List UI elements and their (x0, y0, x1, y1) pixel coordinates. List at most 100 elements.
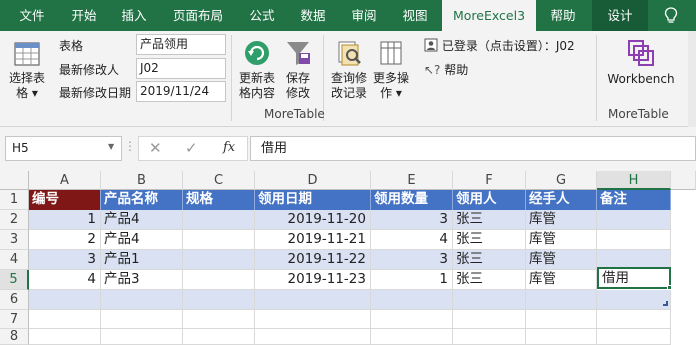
grid-cell-g8[interactable] (526, 329, 597, 345)
table-cell-h6[interactable] (597, 290, 671, 310)
active-cell-h5[interactable]: 借用 (597, 267, 671, 289)
grid-cell-g7[interactable] (526, 310, 597, 329)
table-cell-c5[interactable] (183, 270, 255, 290)
row-header-1[interactable]: 1 (0, 190, 29, 210)
table-cell-d2[interactable]: 2019-11-20 (255, 210, 371, 230)
table-header-h[interactable]: 备注 (597, 190, 671, 210)
name-box-dropdown-icon[interactable]: ▼ (108, 142, 114, 151)
grid-cell-h7[interactable] (597, 310, 671, 329)
row-header-6[interactable]: 6 (0, 290, 29, 310)
table-header-f[interactable]: 领用人 (453, 190, 526, 210)
tab-design[interactable]: 设计 (592, 0, 648, 31)
table-name-field[interactable]: 产品领用 (136, 34, 226, 55)
insert-function-icon[interactable]: fx (223, 140, 235, 155)
table-cell-c4[interactable] (183, 250, 255, 270)
grid-cell-d8[interactable] (255, 329, 371, 345)
table-header-a[interactable]: 编号 (29, 190, 101, 210)
table-cell-f4[interactable]: 张三 (453, 250, 526, 270)
grid-cell-c7[interactable] (183, 310, 255, 329)
grid-cell-e7[interactable] (371, 310, 453, 329)
table-header-d[interactable]: 领用日期 (255, 190, 371, 210)
update-table-button[interactable]: 更新表 格内容 (235, 37, 279, 101)
table-cell-c6[interactable] (183, 290, 255, 310)
last-modifier-field[interactable]: J02 (136, 58, 226, 79)
column-header-h[interactable]: H (597, 171, 671, 190)
table-header-g[interactable]: 经手人 (526, 190, 597, 210)
cancel-icon[interactable]: ✕ (149, 139, 162, 157)
row-header-3[interactable]: 3 (0, 230, 29, 250)
table-cell-a5[interactable]: 4 (29, 270, 101, 290)
table-cell-a3[interactable]: 2 (29, 230, 101, 250)
column-header-c[interactable]: C (183, 171, 255, 190)
table-header-c[interactable]: 规格 (183, 190, 255, 210)
table-cell-a4[interactable]: 3 (29, 250, 101, 270)
save-changes-button[interactable]: 保存 修改 (281, 37, 315, 101)
login-status[interactable]: 已登录（点击设置）：J02 (424, 37, 575, 54)
table-header-e[interactable]: 领用数量 (371, 190, 453, 210)
column-header-f[interactable]: F (453, 171, 526, 190)
formula-input[interactable]: 借用 (250, 136, 696, 161)
table-cell-g6[interactable] (526, 290, 597, 310)
tab-view[interactable]: 视图 (393, 0, 437, 31)
table-cell-g3[interactable]: 库管 (526, 230, 597, 250)
table-cell-e3[interactable]: 4 (371, 230, 453, 250)
table-cell-d5[interactable]: 2019-11-23 (255, 270, 371, 290)
tab-help[interactable]: 帮助 (541, 0, 585, 31)
tab-home[interactable]: 开始 (62, 0, 106, 31)
select-all-corner[interactable] (0, 171, 29, 190)
table-cell-a6[interactable] (29, 290, 101, 310)
column-header-g[interactable]: G (526, 171, 597, 190)
enter-check-icon[interactable]: ✓ (185, 139, 198, 157)
grid-cell-a7[interactable] (29, 310, 101, 329)
table-cell-e4[interactable]: 3 (371, 250, 453, 270)
fill-handle[interactable] (667, 285, 672, 290)
table-cell-f2[interactable]: 张三 (453, 210, 526, 230)
grid-cell-c8[interactable] (183, 329, 255, 345)
column-header-a[interactable]: A (29, 171, 101, 190)
table-cell-e6[interactable] (371, 290, 453, 310)
tab-data[interactable]: 数据 (291, 0, 335, 31)
column-header-b[interactable]: B (101, 171, 183, 190)
row-header-7[interactable]: 7 (0, 310, 29, 329)
query-change-log-button[interactable]: 查询修 改记录 (328, 37, 370, 101)
help-link[interactable]: ↖? 帮助 (424, 61, 468, 78)
row-header-4[interactable]: 4 (0, 250, 29, 270)
grid-cell-e8[interactable] (371, 329, 453, 345)
last-modified-date-field[interactable]: 2019/11/24 (136, 81, 226, 102)
grid-cell-f8[interactable] (453, 329, 526, 345)
table-cell-d6[interactable] (255, 290, 371, 310)
table-cell-c2[interactable] (183, 210, 255, 230)
name-box[interactable]: H5 (5, 136, 122, 161)
table-cell-b3[interactable]: 产品4 (101, 230, 183, 250)
row-header-8[interactable]: 8 (0, 329, 29, 345)
column-header-e[interactable]: E (371, 171, 453, 190)
grid-cell-a8[interactable] (29, 329, 101, 345)
table-header-b[interactable]: 产品名称 (101, 190, 183, 210)
tab-page-layout[interactable]: 页面布局 (164, 0, 232, 31)
more-operations-button[interactable]: 更多操 作 ▾ (371, 37, 411, 101)
grid-cell-b7[interactable] (101, 310, 183, 329)
tab-moreexcel3[interactable]: MoreExcel3 (442, 0, 536, 31)
table-resize-handle[interactable] (663, 301, 668, 306)
table-cell-d3[interactable]: 2019-11-21 (255, 230, 371, 250)
tab-insert[interactable]: 插入 (112, 0, 156, 31)
table-cell-d4[interactable]: 2019-11-22 (255, 250, 371, 270)
grid-cell-f7[interactable] (453, 310, 526, 329)
table-cell-b4[interactable]: 产品1 (101, 250, 183, 270)
table-cell-b5[interactable]: 产品3 (101, 270, 183, 290)
table-cell-h3[interactable] (597, 230, 671, 250)
lightbulb-icon[interactable] (664, 7, 678, 24)
tab-file[interactable]: 文件 (10, 0, 54, 31)
table-cell-c3[interactable] (183, 230, 255, 250)
row-header-5[interactable]: 5 (0, 270, 29, 290)
tab-formulas[interactable]: 公式 (240, 0, 284, 31)
table-cell-b6[interactable] (101, 290, 183, 310)
table-cell-e5[interactable]: 1 (371, 270, 453, 290)
table-cell-a2[interactable]: 1 (29, 210, 101, 230)
table-cell-g4[interactable]: 库管 (526, 250, 597, 270)
column-header-d[interactable]: D (255, 171, 371, 190)
grid-cell-h8[interactable] (597, 329, 671, 345)
table-cell-f6[interactable] (453, 290, 526, 310)
table-cell-g5[interactable]: 库管 (526, 270, 597, 290)
table-cell-g2[interactable]: 库管 (526, 210, 597, 230)
